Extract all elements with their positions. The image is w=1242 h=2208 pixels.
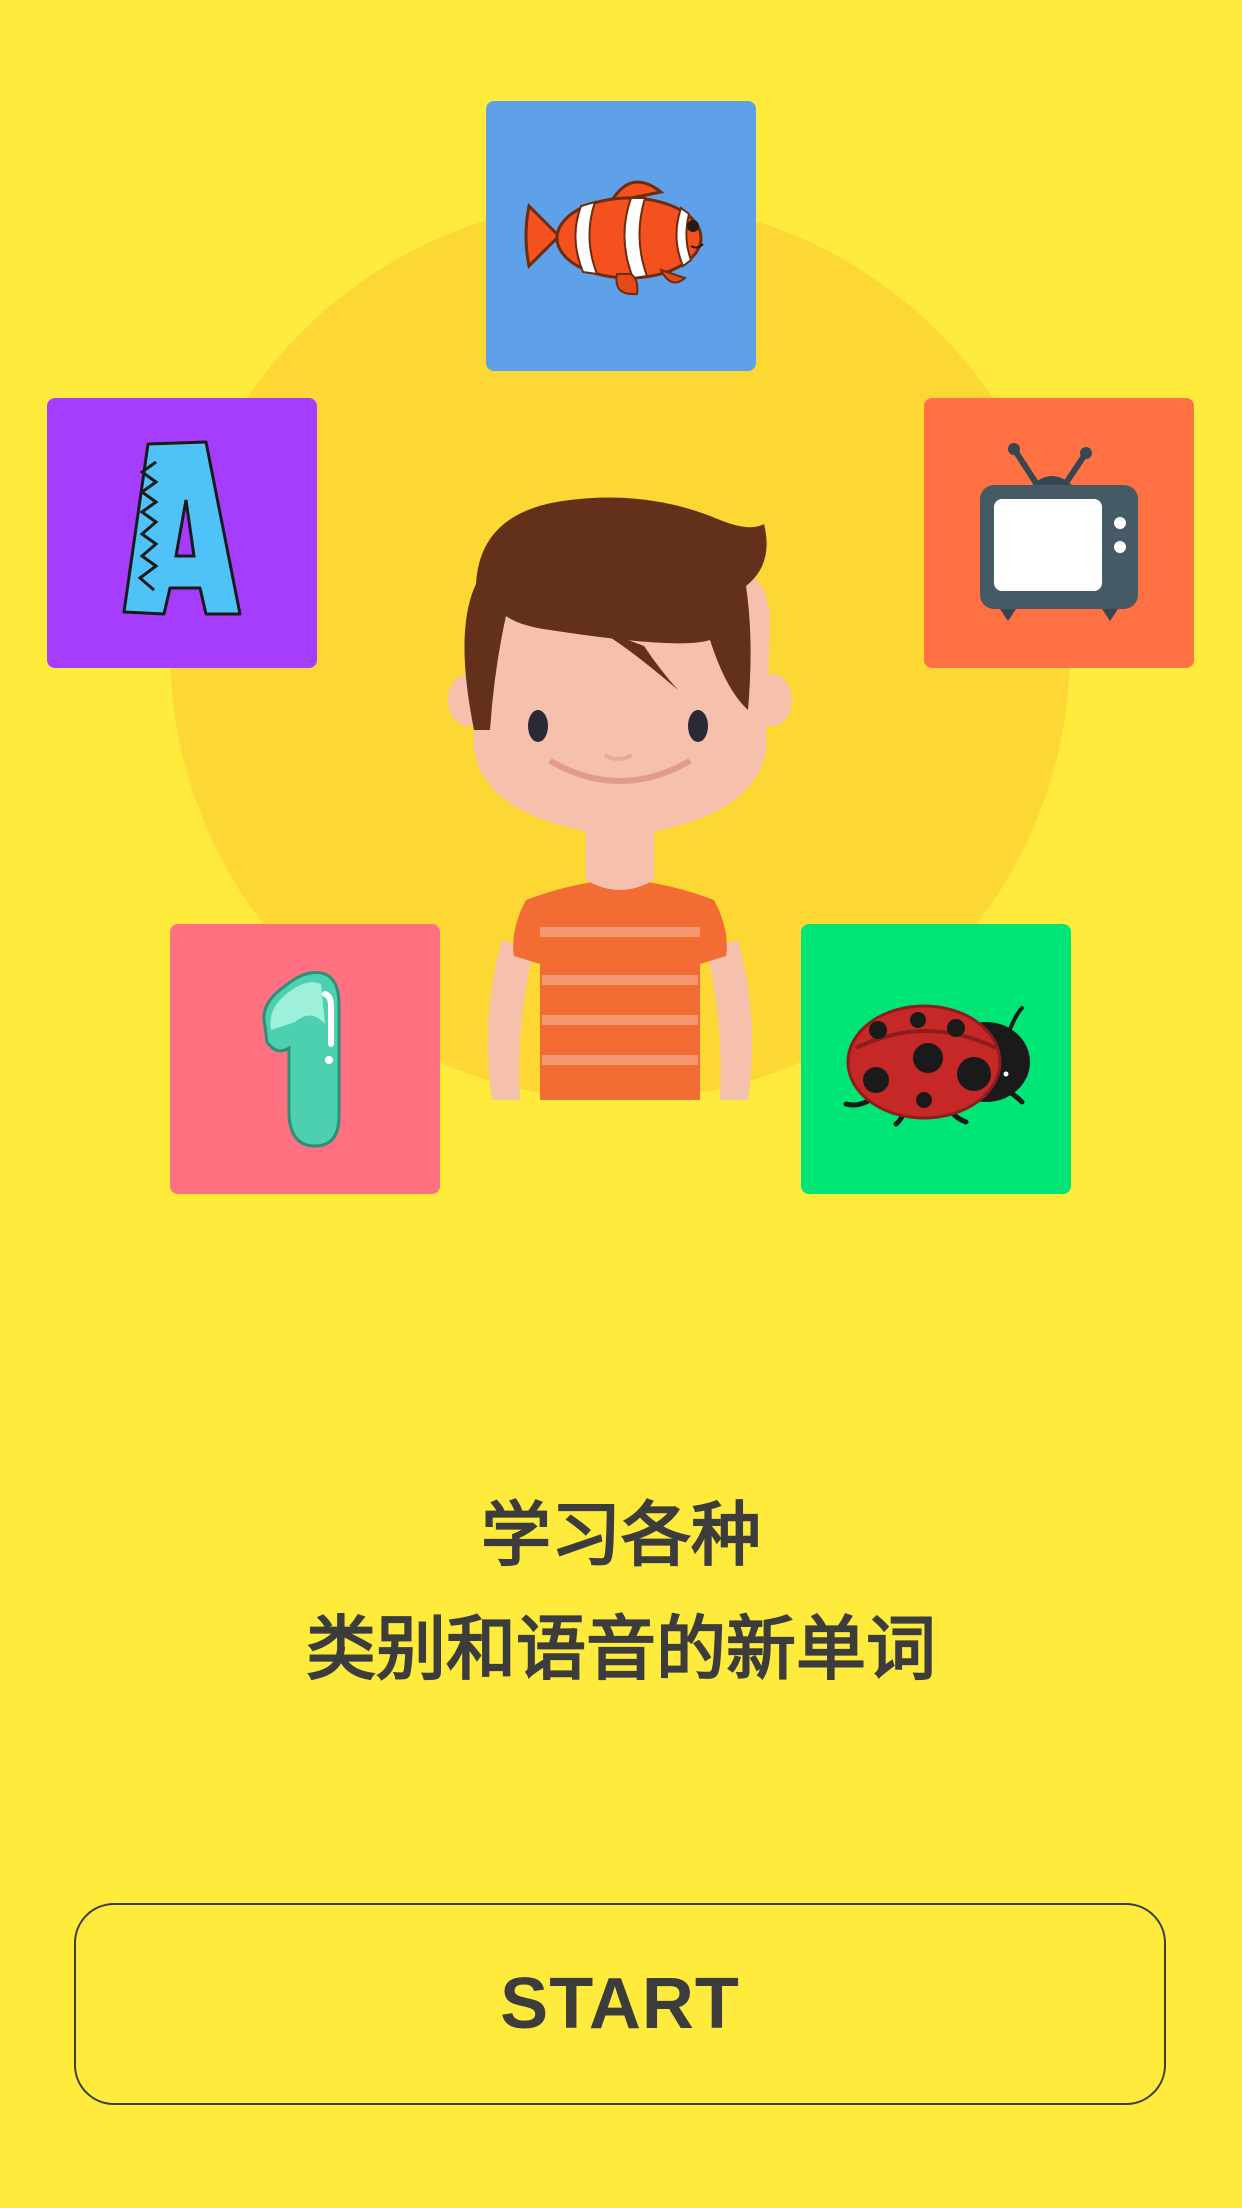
category-card-bug	[801, 924, 1071, 1194]
television-icon	[980, 443, 1138, 621]
headline-line-2: 类别和语音的新单词	[306, 1608, 936, 1690]
intro-headline: 学习各种 类别和语音的新单词	[0, 1478, 1242, 1706]
category-card-number	[170, 924, 440, 1194]
boy-character	[430, 480, 810, 1120]
headline-line-1: 学习各种	[481, 1494, 761, 1576]
category-card-fish	[486, 101, 756, 371]
onboarding-screen: 学习各种 类别和语音的新单词 START	[0, 0, 1242, 2208]
letter-a-icon	[122, 440, 242, 616]
category-card-letter	[47, 398, 317, 668]
boy-illustration	[448, 497, 792, 1100]
start-button-label: START	[500, 1964, 740, 2044]
clownfish-icon	[524, 180, 704, 296]
start-button[interactable]: START	[74, 1903, 1166, 2105]
number-one-icon	[262, 971, 341, 1148]
ladybug-icon	[843, 1004, 1030, 1127]
category-card-tv	[924, 398, 1194, 668]
